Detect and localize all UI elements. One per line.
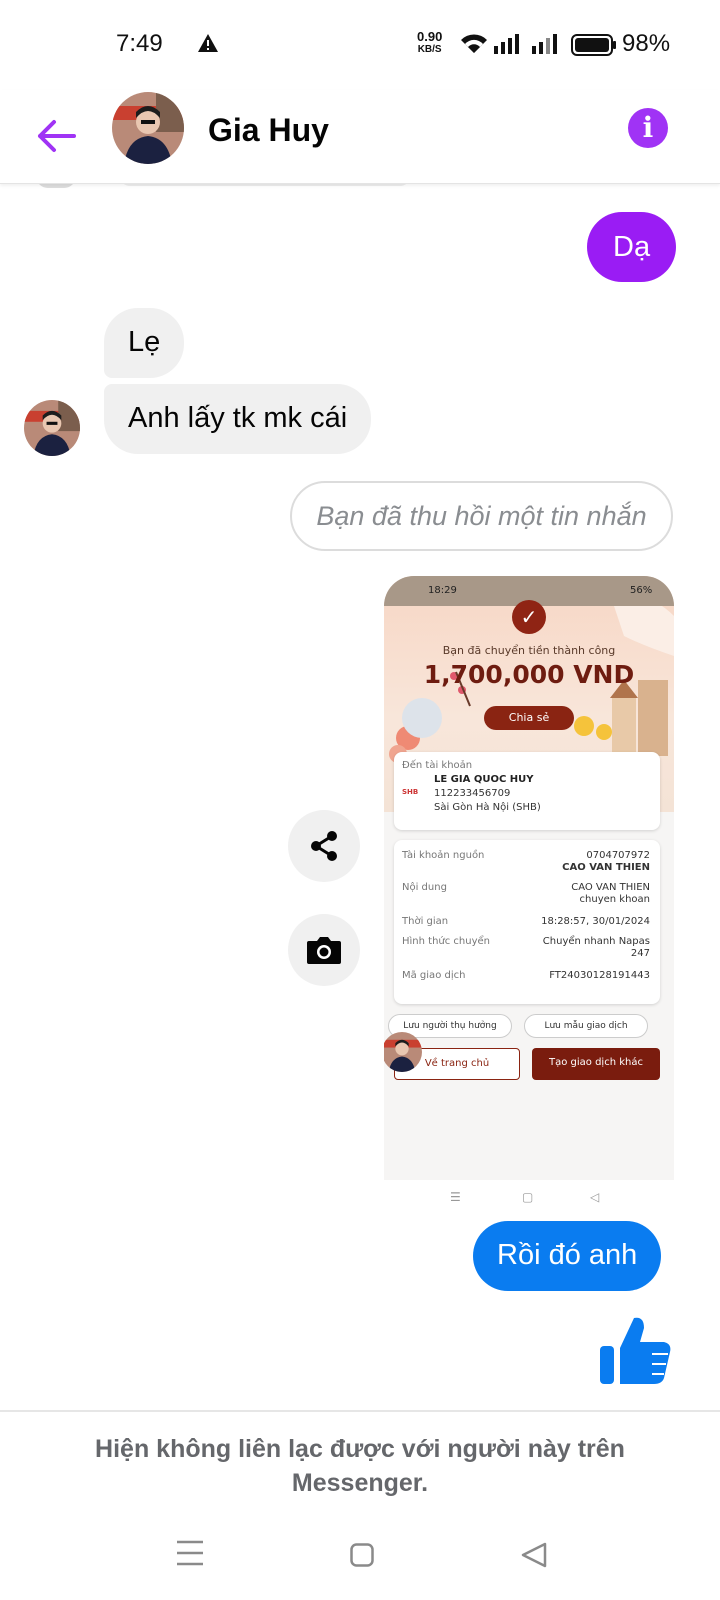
camera-button[interactable] [288, 914, 360, 986]
home-button[interactable] [350, 1543, 374, 1572]
outgoing-message[interactable]: Dạ [587, 212, 677, 282]
detail-label: Hình thức chuyển [402, 936, 491, 947]
signal-icon [532, 34, 562, 59]
new-transaction-button-image: Tạo giao dịch khác [532, 1048, 660, 1080]
detail-value: FT24030128191443 [549, 970, 650, 981]
receipt-amount: 1,700,000 VND [423, 660, 635, 689]
menu-icon: ☰ [450, 1190, 461, 1204]
wifi-icon [459, 32, 489, 59]
detail-label: Nội dung [402, 882, 447, 893]
outgoing-message[interactable]: Rồi đó anh [473, 1221, 662, 1291]
receipt-battery: 56% [630, 585, 653, 596]
contact-name[interactable]: Gia Huy [208, 112, 329, 149]
status-bar: 7:49 0.90 KB/S 98% [0, 0, 720, 90]
detail-value: chuyen khoan [579, 894, 650, 905]
home-icon [350, 1543, 374, 1567]
bank-logo: SHB [402, 788, 419, 796]
recalled-message: Bạn đã thu hồi một tin nhắn [290, 481, 673, 551]
recipient-card: Đến tài khoản SHB LE GIA QUOC HUY 112233… [394, 752, 660, 830]
share-icon [311, 831, 337, 861]
recent-apps-button[interactable] [176, 1540, 204, 1571]
info-icon: i [642, 111, 654, 144]
receipt-time: 18:29 [428, 585, 457, 596]
receipt-share-button: Chia sẻ [484, 706, 574, 730]
detail-label: Mã giao dịch [402, 970, 466, 981]
share-button[interactable] [288, 810, 360, 882]
back-nav-button[interactable] [521, 1542, 547, 1573]
menu-icon [177, 1540, 203, 1566]
signal-icon [494, 34, 524, 59]
recipient-bank: Sài Gòn Hà Nội (SHB) [434, 802, 541, 813]
receipt-subtitle: Bạn đã chuyển tiền thành công [442, 644, 616, 657]
check-icon: ✓ [512, 600, 546, 634]
net-speed-unit: KB/S [417, 44, 442, 55]
receipt-nav-bar: ☰ ▢ ◁ [384, 1180, 674, 1216]
detail-label: Tài khoản nguồn [402, 850, 485, 861]
battery-percent: 98% [622, 30, 671, 57]
thumbs-up-icon[interactable] [598, 1314, 672, 1386]
avatar[interactable] [24, 400, 80, 456]
recipient-name: LE GIA QUOC HUY [434, 774, 534, 785]
divider [0, 1410, 720, 1412]
incoming-message[interactable]: Anh lấy tk mk cái [104, 384, 372, 454]
net-speed-value: 0.90 [417, 29, 443, 44]
back-icon [521, 1542, 547, 1568]
detail-value: Chuyển nhanh Napas [542, 936, 650, 947]
net-speed: 0.90 KB/S [417, 30, 442, 56]
to-account-label: Đến tài khoản [402, 760, 473, 771]
arrow-left-icon [38, 120, 76, 152]
unavailable-notice: Hiện không liên lạc được với người này t… [95, 1435, 625, 1497]
detail-label: Thời gian [402, 916, 449, 927]
camera-icon [307, 937, 341, 964]
recipient-avatar-icon [402, 698, 442, 738]
back-icon: ◁ [590, 1190, 600, 1204]
battery-icon [571, 34, 617, 61]
detail-value: 247 [630, 948, 650, 959]
transaction-details-card: Tài khoản nguồn 0704707972 CAO VAN THIEN… [394, 840, 660, 1004]
back-button[interactable] [34, 114, 78, 158]
incoming-message[interactable]: Lẹ [104, 308, 185, 378]
shared-image[interactable]: 18:29 56% ✓ Bạn đã chuyển tiền thành côn… [384, 576, 674, 1216]
detail-value: 18:28:57, 30/01/2024 [541, 916, 650, 927]
info-button[interactable]: i [628, 108, 668, 148]
detail-value: CAO VAN THIEN [571, 882, 650, 893]
warning-icon [198, 34, 218, 57]
chat-header: Gia Huy i [0, 90, 720, 184]
detail-value: 0704707972 [586, 850, 650, 861]
detail-value: CAO VAN THIEN [562, 862, 650, 873]
save-template-pill: Lưu mẫu giao dịch [524, 1014, 648, 1038]
recipient-account: 112233456709 [434, 788, 511, 799]
avatar[interactable] [112, 92, 184, 164]
status-time: 7:49 [116, 30, 163, 57]
home-icon: ▢ [522, 1190, 534, 1204]
